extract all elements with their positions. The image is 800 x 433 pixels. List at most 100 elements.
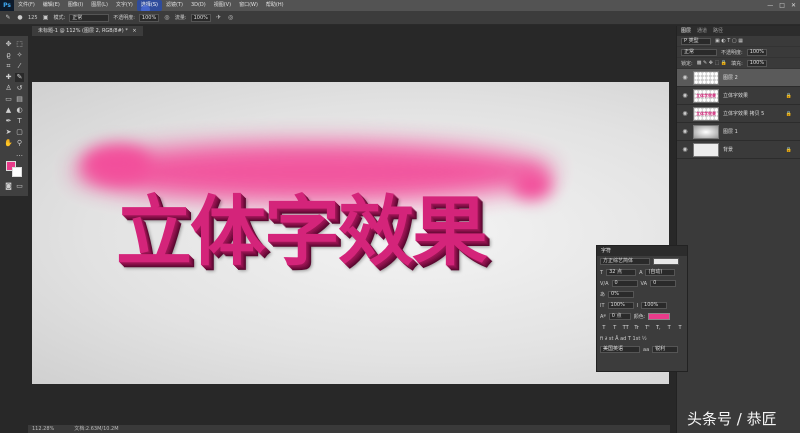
brush-panel-icon[interactable]: ▣ — [42, 14, 50, 22]
background-color-swatch[interactable] — [12, 167, 22, 177]
layer-name[interactable]: 图层 1 — [723, 128, 738, 135]
menu-file[interactable]: 文件(F) — [14, 0, 39, 11]
mode-select[interactable]: 正常 — [69, 13, 110, 22]
gradient-tool-icon[interactable]: ▤ — [15, 95, 24, 104]
font-family-select[interactable]: 方正综艺简体 — [600, 258, 650, 265]
layer-name[interactable]: 图层 2 — [723, 74, 738, 81]
visibility-eye-icon[interactable]: ◉ — [681, 110, 689, 117]
menu-type[interactable]: 文字(Y) — [112, 0, 137, 11]
zoom-tool-icon[interactable]: ⚲ — [15, 139, 24, 148]
hand-tool-icon[interactable]: ✋ — [4, 139, 13, 148]
faux-italic-button[interactable]: T — [611, 324, 619, 332]
menu-view[interactable]: 视图(V) — [210, 0, 235, 11]
filter-icons[interactable]: ▣ ◐ T ▢ ▦ — [715, 38, 743, 44]
brush-tool-icon[interactable]: ✎ — [4, 14, 12, 22]
opentype-icons[interactable]: fi ∂ st Ā ad T 1st ½ — [600, 336, 647, 342]
layer-name[interactable]: 立体字效果 拷贝 5 — [723, 110, 764, 117]
quick-mask-icon[interactable]: ◙ — [4, 182, 13, 191]
document-tab-close-icon[interactable]: × — [132, 28, 136, 34]
underline-button[interactable]: T — [665, 324, 673, 332]
visibility-eye-icon[interactable]: ◉ — [681, 74, 689, 81]
move-tool-icon[interactable]: ✥ — [4, 40, 13, 49]
path-select-icon[interactable]: ➤ — [4, 128, 13, 137]
healing-tool-icon[interactable]: ✚ — [4, 73, 13, 82]
document-canvas[interactable]: 立体字效果 — [32, 82, 669, 384]
layer-name[interactable]: 立体字效果 — [723, 92, 748, 99]
baseline-field[interactable]: 0 点 — [608, 313, 631, 320]
airbrush-icon[interactable]: ✈ — [215, 14, 223, 22]
stamp-tool-icon[interactable]: ♙ — [4, 84, 13, 93]
more-tools-icon[interactable]: … — [15, 150, 24, 159]
character-panel-title[interactable]: 字符 — [597, 246, 687, 256]
close-button[interactable]: ✕ — [791, 0, 796, 11]
screen-mode-icon[interactable]: ▭ — [15, 182, 24, 191]
maximize-button[interactable]: □ — [779, 0, 785, 11]
tracking-field[interactable]: 0 — [650, 280, 677, 287]
document-tab[interactable]: 未标题-1 @ 112% (图层 2, RGB/8#) * × — [32, 26, 143, 36]
tab-channels[interactable]: 通道 — [697, 26, 707, 36]
pressure-opacity-icon[interactable]: ◎ — [163, 14, 171, 22]
pressure-size-icon[interactable]: ◎ — [227, 14, 235, 22]
tsume-field[interactable]: 0% — [608, 291, 635, 298]
font-size-field[interactable]: 32 点 — [606, 269, 637, 276]
kind-filter-select[interactable]: P 类型 — [681, 37, 711, 45]
layer-row[interactable]: ◉ 图层 2 — [677, 69, 800, 87]
menu-filter[interactable]: 滤镜(T) — [162, 0, 187, 11]
lock-icons[interactable]: ▩ ✎ ✥ ⬚ 🔒 — [697, 60, 727, 66]
menu-window[interactable]: 窗口(W) — [235, 0, 262, 11]
layer-row[interactable]: ◉ 立体字效果 立体字效果 🔒 — [677, 87, 800, 105]
pen-tool-icon[interactable]: ✒ — [4, 117, 13, 126]
language-select[interactable]: 美国英语 — [600, 346, 640, 353]
all-caps-button[interactable]: TT — [622, 324, 630, 332]
layer-row[interactable]: ◉ 图层 1 — [677, 123, 800, 141]
visibility-eye-icon[interactable]: ◉ — [681, 146, 689, 153]
tab-paths[interactable]: 路径 — [713, 26, 723, 36]
leading-field[interactable]: (自动) — [645, 269, 676, 276]
menu-help[interactable]: 帮助(H) — [262, 0, 288, 11]
kerning-row: V/A 0 VA 0 — [597, 278, 687, 289]
visibility-eye-icon[interactable]: ◉ — [681, 128, 689, 135]
crop-tool-icon[interactable]: ⌗ — [4, 62, 13, 71]
strikethrough-button[interactable]: T — [676, 324, 684, 332]
brush-preset-icon[interactable]: ● — [16, 14, 24, 22]
small-caps-button[interactable]: Tr — [633, 324, 641, 332]
eyedropper-tool-icon[interactable]: ⁄ — [15, 62, 24, 71]
eraser-tool-icon[interactable]: ▭ — [4, 95, 13, 104]
antialias-select[interactable]: 锐利 — [652, 346, 679, 353]
quick-select-tool-icon[interactable]: ✧ — [15, 51, 24, 60]
history-brush-icon[interactable]: ↺ — [15, 84, 24, 93]
menu-layer[interactable]: 图层(L) — [87, 0, 112, 11]
faux-bold-button[interactable]: T — [600, 324, 608, 332]
subscript-button[interactable]: T, — [654, 324, 662, 332]
fill-field[interactable]: 100% — [746, 59, 767, 67]
tab-layers[interactable]: 图层 — [681, 26, 691, 36]
menu-image[interactable]: 图像(I) — [64, 0, 87, 11]
lasso-tool-icon[interactable]: ϱ — [4, 51, 13, 60]
brush-tool-icon[interactable]: ✎ — [15, 73, 24, 82]
blur-tool-icon[interactable]: ▲ — [4, 106, 13, 115]
horizontal-scale-field[interactable]: 100% — [641, 302, 668, 309]
minimize-button[interactable]: — — [767, 0, 773, 11]
opacity-field[interactable]: 100% — [138, 13, 159, 22]
layer-opacity-field[interactable]: 100% — [746, 48, 767, 56]
blend-mode-select[interactable]: 正常 — [681, 48, 717, 56]
layer-row[interactable]: ◉ 立体字效果 立体字效果 拷贝 5 🔒 — [677, 105, 800, 123]
shape-tool-icon[interactable]: ▢ — [15, 128, 24, 137]
flow-field[interactable]: 100% — [190, 13, 211, 22]
superscript-button[interactable]: T' — [644, 324, 652, 332]
3d-text-artwork: 立体字效果 — [116, 187, 488, 276]
visibility-eye-icon[interactable]: ◉ — [681, 92, 689, 99]
type-tool-icon[interactable]: T — [15, 117, 24, 126]
menu-3d[interactable]: 3D(D) — [187, 0, 210, 11]
layer-name[interactable]: 背景 — [723, 146, 733, 153]
zoom-level[interactable]: 112.28% — [32, 425, 54, 433]
dodge-tool-icon[interactable]: ◐ — [15, 106, 24, 115]
layer-row[interactable]: ◉ 背景 🔒 — [677, 141, 800, 159]
layers-panel: 图层 通道 路径 P 类型 ▣ ◐ T ▢ ▦ 正常 不透明度: 100% 锁定… — [676, 26, 800, 433]
menu-edit[interactable]: 编辑(E) — [39, 0, 64, 11]
text-color-swatch[interactable] — [648, 313, 671, 320]
kerning-field[interactable]: 0 — [611, 280, 638, 287]
marquee-tool-icon[interactable]: ⬚ — [15, 40, 24, 49]
font-style-select[interactable] — [653, 258, 679, 265]
vertical-scale-field[interactable]: 100% — [607, 302, 634, 309]
